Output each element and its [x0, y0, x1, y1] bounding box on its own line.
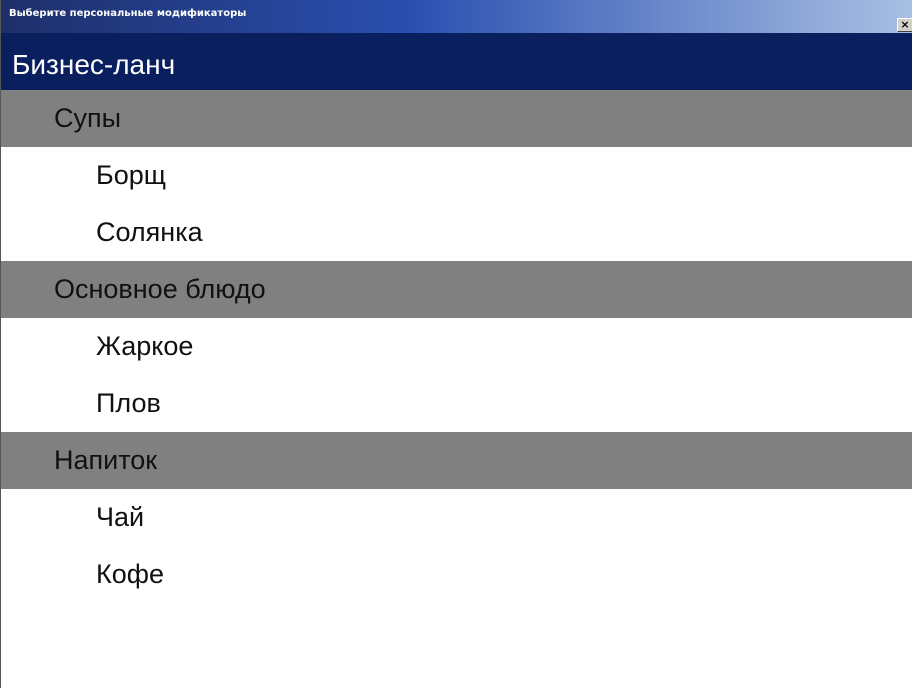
modifier-dialog: Выберите персональные модификаторы × Биз… [0, 0, 912, 688]
modifier-list: Бизнес-ланч Супы Борщ Солянка Основное б… [1, 33, 912, 603]
list-item-borscht[interactable]: Борщ [1, 147, 912, 204]
category-drink[interactable]: Напиток [1, 432, 912, 489]
list-item-zharkoe[interactable]: Жаркое [1, 318, 912, 375]
menu-title: Бизнес-ланч [1, 33, 912, 90]
list-item-solyanka[interactable]: Солянка [1, 204, 912, 261]
list-item-plov[interactable]: Плов [1, 375, 912, 432]
list-item-coffee[interactable]: Кофе [1, 546, 912, 603]
category-soups[interactable]: Супы [1, 90, 912, 147]
list-item-tea[interactable]: Чай [1, 489, 912, 546]
category-main-course[interactable]: Основное блюдо [1, 261, 912, 318]
close-icon: × [900, 18, 910, 31]
close-button[interactable]: × [897, 18, 912, 32]
